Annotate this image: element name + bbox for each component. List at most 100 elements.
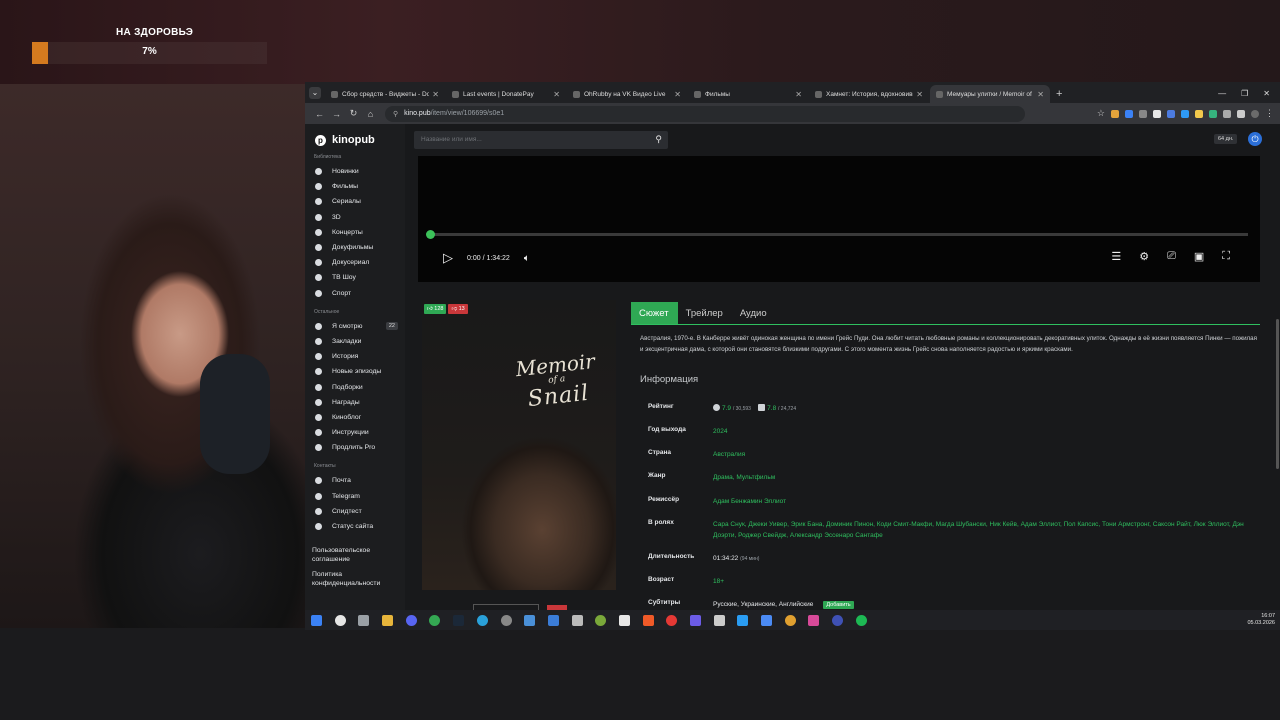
start-icon[interactable] bbox=[311, 614, 322, 626]
playlist-icon[interactable]: ☰ bbox=[1111, 250, 1121, 263]
yandex-icon[interactable] bbox=[666, 614, 678, 626]
sidebar-item[interactable]: Фильмы bbox=[305, 179, 405, 194]
extension-icon[interactable] bbox=[1209, 109, 1217, 118]
app-icon[interactable] bbox=[737, 614, 749, 626]
app-icon[interactable] bbox=[547, 614, 559, 626]
browser-tab[interactable]: Сбор средств - Виджеты - Do ✕ bbox=[325, 85, 445, 103]
content-tab[interactable]: Аудио bbox=[732, 302, 776, 324]
app-icon[interactable] bbox=[713, 614, 725, 626]
menu-dots-icon[interactable]: ⋮ bbox=[1265, 108, 1274, 119]
play-icon[interactable]: ▷ bbox=[443, 250, 453, 266]
search-taskbar-icon[interactable] bbox=[334, 614, 346, 626]
close-tab-icon[interactable]: ✕ bbox=[1037, 90, 1044, 99]
app-icon[interactable] bbox=[571, 614, 583, 626]
content-tab[interactable]: Трейлер bbox=[678, 302, 732, 324]
power-icon[interactable]: ⏻ bbox=[1248, 132, 1262, 146]
sidebar-item[interactable]: Концерты bbox=[305, 225, 405, 240]
sidebar-item[interactable]: Награды bbox=[305, 395, 405, 410]
home-icon[interactable]: ⌂ bbox=[362, 109, 379, 119]
sidebar-item[interactable]: Я смотрю 22 bbox=[305, 319, 405, 334]
app-icon[interactable] bbox=[524, 614, 536, 626]
app-icon[interactable] bbox=[808, 614, 820, 626]
close-window-icon[interactable]: ✕ bbox=[1263, 89, 1270, 98]
cast-icon[interactable]: ⎚ bbox=[1167, 250, 1176, 263]
telegram-taskbar-icon[interactable] bbox=[476, 614, 488, 626]
footer-link[interactable]: Политика конфиденциальности bbox=[305, 570, 405, 588]
seek-handle[interactable] bbox=[426, 230, 435, 239]
close-tab-icon[interactable]: ✕ bbox=[795, 90, 802, 99]
sidebar-item[interactable]: Спорт bbox=[305, 286, 405, 301]
app-icon[interactable] bbox=[761, 614, 773, 626]
settings-gear-icon[interactable]: ⚙ bbox=[1139, 250, 1149, 263]
chrome-icon[interactable] bbox=[429, 614, 441, 626]
sidebar-item[interactable]: Статус сайта bbox=[305, 519, 405, 534]
address-bar[interactable]: ⚲ kino.pub /item/view/106699/s0e1 bbox=[385, 105, 1025, 122]
app-icon[interactable] bbox=[595, 614, 607, 626]
app-icon[interactable] bbox=[642, 614, 654, 626]
puzzle-icon[interactable] bbox=[1237, 109, 1245, 118]
extension-icon[interactable] bbox=[1223, 109, 1231, 118]
pip-icon[interactable]: ▣ bbox=[1194, 250, 1204, 263]
close-tab-icon[interactable]: ✕ bbox=[916, 90, 923, 99]
forward-icon[interactable]: → bbox=[328, 109, 345, 119]
video-player[interactable]: ▷ 0:00 / 1:34:22 🔈︎ ☰ ⚙ ⎚ ▣ ⛶ bbox=[418, 156, 1260, 282]
obs-icon[interactable] bbox=[500, 614, 512, 626]
browser-tab[interactable]: Last events | DonatePay ✕ bbox=[446, 85, 566, 103]
spotify-icon[interactable] bbox=[855, 614, 867, 626]
footer-link[interactable]: Пользовательское соглашение bbox=[305, 546, 405, 564]
system-clock[interactable]: 16:07 05.03.2026 bbox=[1247, 613, 1280, 627]
site-logo[interactable]: p kinopub bbox=[305, 124, 405, 146]
country-value[interactable]: Австралия bbox=[713, 449, 1258, 460]
close-tab-icon[interactable]: ✕ bbox=[432, 90, 439, 99]
sidebar-item[interactable]: История bbox=[305, 349, 405, 364]
steam-icon[interactable] bbox=[453, 614, 465, 626]
restore-icon[interactable]: ❐ bbox=[1241, 89, 1248, 98]
sidebar-item[interactable]: Инструкции bbox=[305, 425, 405, 440]
app-icon[interactable] bbox=[690, 614, 701, 626]
sidebar-item[interactable]: 3D bbox=[305, 210, 405, 225]
fullscreen-icon[interactable]: ⛶ bbox=[1222, 250, 1230, 263]
genre-value[interactable]: Драма, Мультфильм bbox=[713, 472, 1258, 483]
add-subtitles-button[interactable]: Добавить bbox=[823, 601, 854, 609]
extension-icon[interactable] bbox=[1153, 109, 1161, 118]
extension-icon[interactable] bbox=[1167, 109, 1175, 118]
app-icon[interactable] bbox=[618, 614, 630, 626]
app-icon[interactable] bbox=[832, 614, 844, 626]
sidebar-item[interactable]: Сериалы bbox=[305, 194, 405, 209]
cast-value[interactable]: Сара Снук, Джеки Уивер, Эрик Бана, Домин… bbox=[713, 519, 1258, 541]
app-icon[interactable] bbox=[784, 614, 796, 626]
content-tab[interactable]: Сюжет bbox=[631, 302, 678, 324]
browser-tab[interactable]: Хамнет: История, вдохновивш ✕ bbox=[809, 85, 929, 103]
like-badge[interactable]: 👍︎ 128 bbox=[424, 304, 447, 314]
search-input[interactable]: Название или имя... ⚲ bbox=[414, 131, 668, 149]
sidebar-item[interactable]: Новинки bbox=[305, 164, 405, 179]
browser-tab[interactable]: OhRubby на VK Видео Live ✕ bbox=[567, 85, 687, 103]
bookmark-star-icon[interactable]: ☆ bbox=[1097, 108, 1105, 119]
extension-icon[interactable] bbox=[1125, 109, 1133, 118]
search-icon[interactable]: ⚲ bbox=[655, 134, 662, 145]
new-tab-button[interactable]: + bbox=[1056, 88, 1062, 100]
extension-icon[interactable] bbox=[1195, 109, 1203, 118]
back-icon[interactable]: ← bbox=[311, 109, 328, 119]
sidebar-item[interactable]: Киноблог bbox=[305, 410, 405, 425]
dislike-badge[interactable]: 👎︎ 13 bbox=[448, 304, 468, 314]
seek-bar[interactable] bbox=[430, 233, 1248, 236]
sidebar-item[interactable]: Почта bbox=[305, 473, 405, 488]
sidebar-item[interactable]: Спидтест bbox=[305, 504, 405, 519]
task-view-icon[interactable] bbox=[358, 614, 370, 626]
sidebar-item[interactable]: Продлить Pro bbox=[305, 440, 405, 455]
page-scrollbar[interactable] bbox=[1276, 319, 1279, 469]
volume-icon[interactable]: 🔈︎ bbox=[524, 253, 530, 264]
browser-tab[interactable]: Фильмы ✕ bbox=[688, 85, 808, 103]
browser-tab[interactable]: Мемуары улитки / Memoir of ✕ bbox=[930, 85, 1050, 103]
discord-icon[interactable] bbox=[405, 614, 417, 626]
sidebar-item[interactable]: Докусериал bbox=[305, 255, 405, 270]
profile-icon[interactable] bbox=[1251, 109, 1259, 118]
close-tab-icon[interactable]: ✕ bbox=[674, 90, 681, 99]
sidebar-item[interactable]: Докуфильмы bbox=[305, 240, 405, 255]
extension-icon[interactable] bbox=[1139, 109, 1147, 118]
reload-icon[interactable]: ↻ bbox=[345, 108, 362, 119]
sidebar-item[interactable]: Закладки bbox=[305, 334, 405, 349]
extension-icon[interactable] bbox=[1111, 109, 1119, 118]
file-explorer-icon[interactable] bbox=[382, 614, 394, 626]
